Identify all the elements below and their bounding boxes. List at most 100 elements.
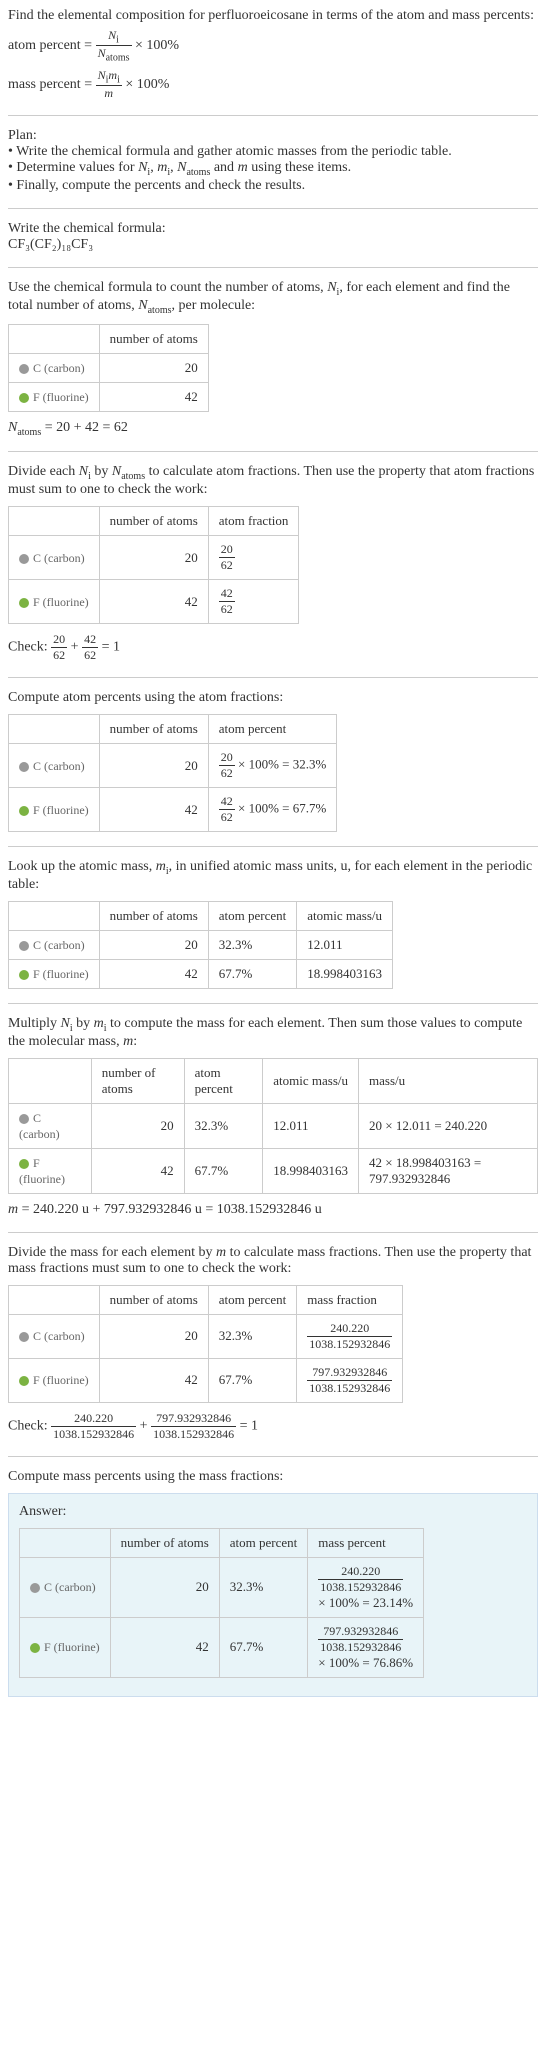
carbon-dot-icon	[19, 762, 29, 772]
masspct-table: number of atomsatom percentmass percent …	[19, 1528, 424, 1678]
mm-hpct: atom percent	[184, 1058, 263, 1103]
plan-b2: • Determine values for Ni, mi, Natoms an…	[8, 160, 538, 178]
carbon-label: C (carbon)	[33, 938, 85, 952]
divider	[8, 267, 538, 268]
af-cval: 20	[99, 536, 208, 580]
mp-fpct: 67.7%	[219, 1617, 308, 1677]
count-f-val: 42	[99, 382, 208, 411]
ap-fd: 62	[219, 810, 235, 825]
mf-ck1d: 1038.152932846	[51, 1427, 136, 1442]
am-hmass: atomic mass/u	[297, 901, 393, 930]
ap-cn: 20	[219, 750, 235, 766]
mf-eq: = 1	[240, 1418, 258, 1433]
carbon-dot-icon	[19, 364, 29, 374]
af-f-num: 42	[219, 586, 235, 602]
count-section: Use the chemical formula to count the nu…	[8, 280, 538, 437]
atompct-table: number of atomsatom percent C (carbon) 2…	[8, 714, 337, 832]
mp-cn: 240.220	[318, 1564, 403, 1580]
divider	[8, 451, 538, 452]
divider	[8, 846, 538, 847]
plan-b2-post: using these items.	[248, 160, 351, 175]
atomfrac-check: Check: 2062 + 4262 = 1	[8, 632, 538, 663]
mf-ck2: 797.9329328461038.152932846	[151, 1411, 236, 1442]
plan-b2-pre: • Determine values for	[8, 160, 138, 175]
af-ck2n: 42	[82, 632, 98, 648]
mf-cnum: 20	[99, 1314, 208, 1358]
fluorine-label: F (fluorine)	[33, 595, 89, 609]
atompct-intro: Compute atom percents using the atom fra…	[8, 690, 538, 706]
plan-title: Plan:	[8, 128, 538, 144]
times100-2: × 100%	[125, 77, 169, 92]
answer-title: Answer:	[19, 1504, 527, 1520]
divider	[8, 115, 538, 116]
massfrac-check: Check: 240.2201038.152932846 + 797.93293…	[8, 1411, 538, 1442]
ap-cd: 62	[219, 766, 235, 781]
am-hnum: number of atoms	[99, 901, 208, 930]
ap-ffrac: 4262	[219, 794, 235, 825]
count-table: number of atoms C (carbon) 20 F (fluorin…	[8, 324, 209, 412]
intro-section: Find the elemental composition for perfl…	[8, 8, 538, 101]
mm-fpct: 67.7%	[184, 1148, 263, 1193]
mf-ffrac: 797.9329328461038.152932846	[307, 1365, 392, 1396]
am-cnum: 20	[99, 930, 208, 959]
fluorine-label: F (fluorine)	[33, 967, 89, 981]
mf-ck2d: 1038.152932846	[151, 1427, 236, 1442]
ap-cval: 20	[99, 744, 208, 788]
mp-ffrac: 797.9329328461038.152932846	[318, 1624, 403, 1655]
mp-fnum: 42	[110, 1617, 219, 1677]
mf-cn: 240.220	[307, 1321, 392, 1337]
mm-cnum: 20	[91, 1103, 184, 1148]
plan-section: Plan: • Write the chemical formula and g…	[8, 128, 538, 194]
mass-percent-frac: Nimi m	[96, 68, 122, 101]
fluorine-label: F (fluorine)	[33, 1373, 89, 1387]
mp-fn: 797.932932846	[318, 1624, 403, 1640]
fluorine-dot-icon	[19, 970, 29, 980]
mm-fnum: 42	[91, 1148, 184, 1193]
fluorine-dot-icon	[19, 806, 29, 816]
fluorine-dot-icon	[30, 1643, 40, 1653]
fluorine-dot-icon	[19, 1159, 29, 1169]
atomicmass-section: Look up the atomic mass, mi, in unified …	[8, 859, 538, 989]
atom-percent-formula: atom percent = Ni Natoms × 100%	[8, 28, 538, 64]
af-fval: 42	[99, 580, 208, 624]
mf-fpct: 67.7%	[208, 1358, 297, 1402]
answer-box: Answer: number of atomsatom percentmass …	[8, 1493, 538, 1697]
mf-hfrac: mass fraction	[297, 1285, 403, 1314]
count-sum: Natoms = 20 + 42 = 62	[8, 420, 538, 438]
af-f-den: 62	[219, 602, 235, 617]
massmult-table: number of atomsatom percentatomic mass/u…	[8, 1058, 538, 1194]
af-cfrac: 2062	[219, 542, 235, 573]
mm-hnum: number of atoms	[91, 1058, 184, 1103]
count-intro-post: , per molecule:	[172, 298, 256, 313]
divider	[8, 1003, 538, 1004]
fluorine-label: F (fluorine)	[33, 390, 89, 404]
carbon-dot-icon	[19, 1332, 29, 1342]
mm-mid: by	[73, 1016, 94, 1031]
mm-pre: Multiply	[8, 1016, 61, 1031]
massfrac-section: Divide the mass for each element by m to…	[8, 1245, 538, 1442]
atomfrac-intro: Divide each Ni by Natoms to calculate at…	[8, 464, 538, 498]
mf-hpct: atom percent	[208, 1285, 297, 1314]
mp-cres: × 100% = 23.14%	[318, 1595, 413, 1610]
mm-cpct: 32.3%	[184, 1103, 263, 1148]
atom-percent-frac: Ni Natoms	[96, 28, 132, 64]
mass-percent-formula: mass percent = Nimi m × 100%	[8, 68, 538, 101]
af-c-den: 62	[219, 558, 235, 573]
af-mid: by	[91, 464, 112, 479]
af-hnum: number of atoms	[99, 507, 208, 536]
formula-section: Write the chemical formula: CF₃(CF₂)₁₈CF…	[8, 221, 538, 253]
af-hfrac: atom fraction	[208, 507, 299, 536]
massmult-intro: Multiply Ni by mi to compute the mass fo…	[8, 1016, 538, 1050]
ap-cpct: × 100% = 32.3%	[235, 757, 327, 772]
carbon-dot-icon	[19, 1114, 29, 1124]
af-eq: = 1	[102, 640, 120, 655]
ap-cfrac: 2062	[219, 750, 235, 781]
masspct-section: Compute mass percents using the mass fra…	[8, 1469, 538, 1697]
af-ck1d: 62	[51, 648, 67, 663]
ap-fval: 42	[99, 788, 208, 832]
carbon-label: C (carbon)	[33, 361, 85, 375]
divider	[8, 1456, 538, 1457]
am-cpct: 32.3%	[208, 930, 297, 959]
am-hpct: atom percent	[208, 901, 297, 930]
mf-cd: 1038.152932846	[307, 1337, 392, 1352]
